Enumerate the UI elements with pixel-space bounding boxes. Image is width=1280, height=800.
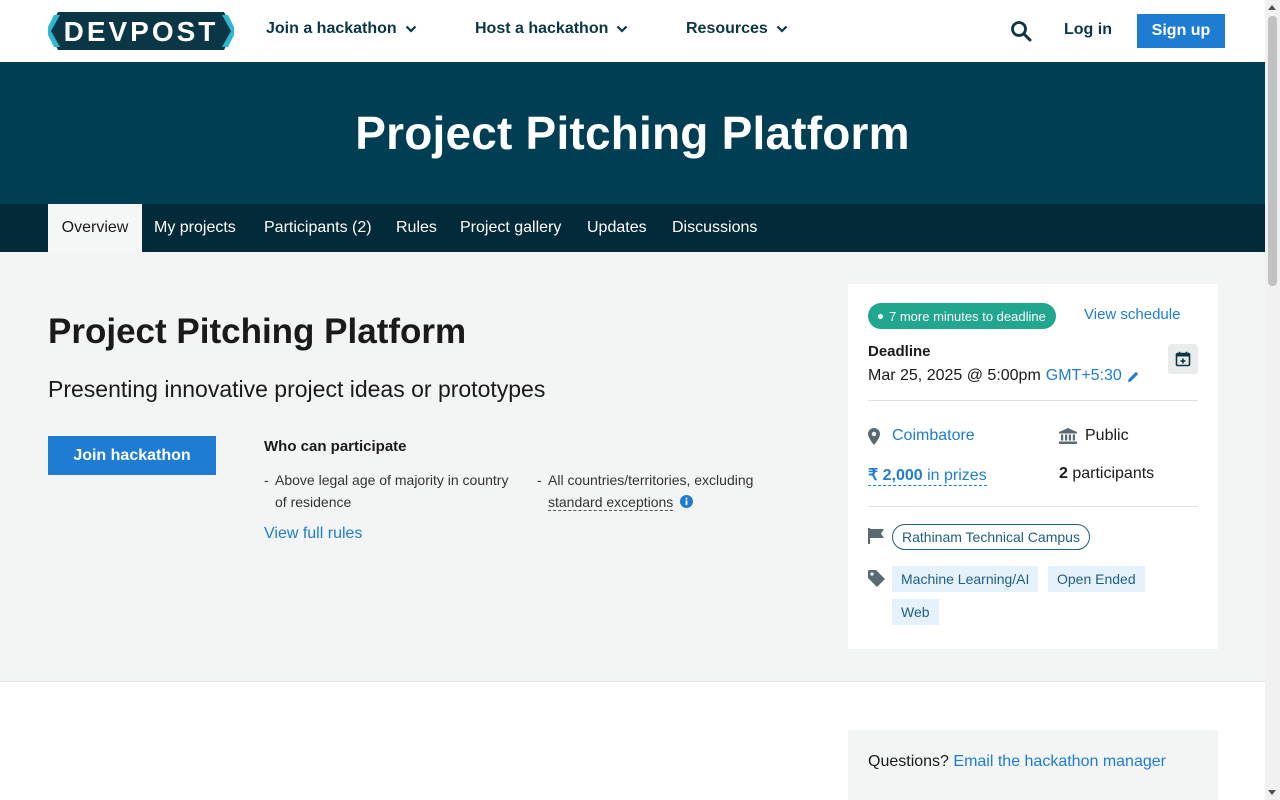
scroll-up-arrow-icon[interactable] — [1268, 5, 1276, 10]
participants-count: 2 — [1059, 465, 1068, 482]
calendar-plus-icon — [1175, 351, 1191, 367]
questions-text: Questions? Email the hackathon manager — [868, 753, 1166, 771]
tab-discussions[interactable]: Discussions — [672, 204, 757, 252]
host-organization-pill[interactable]: Rathinam Technical Campus — [892, 524, 1090, 550]
tab-project-gallery[interactable]: Project gallery — [460, 204, 561, 252]
chevron-down-icon — [776, 25, 788, 33]
visibility-text: Public — [1085, 427, 1129, 444]
questions-box: Questions? Email the hackathon manager — [848, 730, 1218, 800]
prizes-suffix: in prizes — [922, 467, 987, 484]
hero-banner: Project Pitching Platform — [0, 62, 1265, 204]
list-dash: - — [537, 472, 542, 488]
page-subtitle: Presenting innovative project ideas or p… — [48, 376, 546, 402]
eligibility-item-countries: - All countries/territories, excluding s… — [537, 469, 797, 513]
tab-updates[interactable]: Updates — [587, 204, 647, 252]
tab-participants[interactable]: Participants (2) — [264, 204, 372, 252]
scroll-down-arrow-icon[interactable] — [1268, 790, 1276, 795]
location-row: Coimbatore — [868, 427, 975, 445]
nav-resources[interactable]: Resources — [686, 20, 788, 38]
theme-tag[interactable]: Open Ended — [1048, 566, 1145, 592]
list-dash: - — [264, 472, 269, 488]
join-hackathon-button[interactable]: Join hackathon — [48, 436, 216, 475]
nav-join-hackathon-label: Join a hackathon — [266, 20, 397, 37]
visibility-row: Public — [1059, 427, 1129, 445]
prizes-row: ₹ 2,000 in prizes — [868, 465, 987, 486]
map-pin-icon — [868, 427, 880, 445]
login-link[interactable]: Log in — [1064, 21, 1112, 39]
theme-tag[interactable]: Machine Learning/AI — [892, 566, 1039, 592]
deadline-countdown-badge: 7 more minutes to deadline — [868, 303, 1056, 329]
eligibility-countries-line1: All countries/territories, excluding — [548, 472, 754, 488]
nav-host-hackathon-label: Host a hackathon — [475, 20, 609, 37]
eligibility-age-line2: of residence — [275, 494, 352, 510]
eligibility-text: All countries/territories, excluding sta… — [548, 469, 753, 513]
top-navbar: DEVPOST Join a hackathon Host a hackatho… — [0, 0, 1265, 62]
questions-prefix: Questions? — [868, 753, 954, 770]
page-scrollbar[interactable] — [1265, 0, 1280, 800]
logo-text: DEVPOST — [64, 16, 219, 47]
institution-icon — [1059, 428, 1077, 444]
participants-row: 2 participants — [1059, 465, 1154, 483]
view-schedule-link[interactable]: View schedule — [1084, 306, 1180, 323]
prizes-link[interactable]: ₹ 2,000 in prizes — [868, 465, 987, 486]
who-can-participate-heading: Who can participate — [264, 438, 407, 455]
chevron-down-icon — [405, 25, 416, 33]
pencil-icon[interactable] — [1127, 370, 1140, 383]
status-dot-icon — [878, 313, 883, 319]
flag-icon — [868, 528, 884, 544]
page-title: Project Pitching Platform — [48, 312, 467, 351]
location-link[interactable]: Coimbatore — [892, 427, 975, 445]
tab-my-projects[interactable]: My projects — [154, 204, 236, 252]
deadline-datetime: Mar 25, 2025 @ 5:00pm GMT+5:30 — [868, 367, 1140, 385]
view-full-rules-link[interactable]: View full rules — [264, 525, 362, 543]
theme-tag[interactable]: Web — [892, 599, 939, 625]
participants-label: participants — [1067, 465, 1155, 482]
divider — [868, 400, 1198, 401]
eligibility-item-age: - Above legal age of majority in country… — [264, 469, 524, 513]
nav-host-hackathon[interactable]: Host a hackathon — [475, 20, 628, 38]
eligibility-text: Above legal age of majority in country o… — [275, 469, 508, 513]
eligibility-age-line1: Above legal age of majority in country — [275, 472, 509, 488]
deadline-countdown-text: 7 more minutes to deadline — [889, 308, 1046, 324]
tab-overview[interactable]: Overview — [48, 204, 142, 252]
divider — [868, 506, 1198, 507]
add-to-calendar-button[interactable] — [1168, 344, 1198, 374]
search-icon[interactable] — [1010, 20, 1032, 42]
info-icon[interactable] — [680, 495, 694, 508]
deadline-label: Deadline — [868, 343, 931, 360]
prizes-amount: ₹ 2,000 — [868, 467, 923, 484]
hackathon-info-card: 7 more minutes to deadline View schedule… — [848, 284, 1218, 649]
chevron-down-icon — [617, 25, 628, 33]
email-manager-link[interactable]: Email the hackathon manager — [953, 753, 1166, 770]
tab-rules[interactable]: Rules — [396, 204, 437, 252]
standard-exceptions-link[interactable]: standard exceptions — [548, 494, 674, 511]
nav-join-hackathon[interactable]: Join a hackathon — [266, 20, 417, 38]
scroll-thumb[interactable] — [1268, 16, 1277, 286]
tag-icon — [868, 570, 885, 587]
hero-title: Project Pitching Platform — [355, 107, 910, 159]
nav-resources-label: Resources — [686, 20, 768, 37]
signup-button[interactable]: Sign up — [1137, 14, 1225, 48]
timezone-link[interactable]: GMT+5:30 — [1046, 367, 1122, 385]
devpost-logo[interactable]: DEVPOST — [48, 12, 234, 50]
deadline-date: Mar 25, 2025 @ 5:00pm — [868, 367, 1041, 384]
hackathon-tabs: Overview My projects Participants (2) Ru… — [0, 204, 1265, 252]
